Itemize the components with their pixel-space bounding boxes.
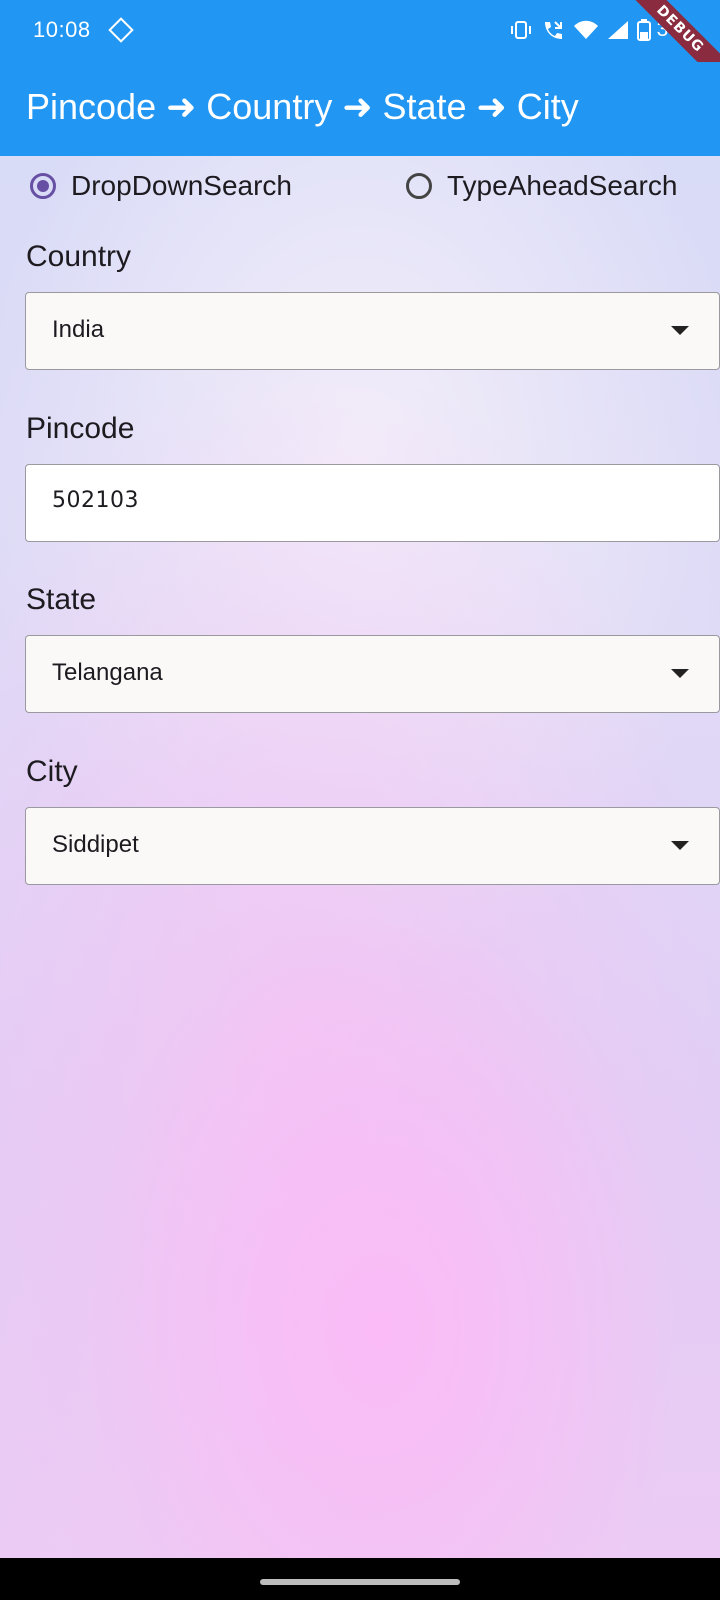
page-title: Pincode ➜ Country ➜ State ➜ City [26, 86, 579, 127]
vibrate-icon [510, 21, 531, 39]
state-dropdown[interactable]: Telangana [25, 635, 720, 713]
radio-checked-icon[interactable] [30, 173, 56, 199]
pincode-field[interactable] [25, 464, 720, 542]
status-time: 10:08 [33, 17, 91, 42]
status-bar: 10:08 38 DEBUG [0, 0, 720, 94]
pincode-input[interactable] [52, 488, 652, 513]
home-gesture-handle[interactable] [260, 1579, 460, 1585]
country-dropdown[interactable]: India [25, 292, 720, 370]
state-value: Telangana [52, 659, 163, 686]
notification-icon [108, 17, 134, 43]
navigation-bar [0, 1558, 720, 1600]
radio-dropdown-search[interactable]: DropDownSearch [30, 170, 292, 202]
country-label: Country [26, 240, 132, 273]
signal-icon [607, 21, 628, 39]
state-label: State [26, 583, 97, 616]
city-label: City [26, 755, 78, 788]
caret-down-icon[interactable] [671, 326, 689, 335]
call-icon [544, 21, 562, 39]
wifi-icon [573, 20, 598, 39]
caret-down-icon[interactable] [671, 841, 689, 850]
battery-icon [636, 19, 651, 41]
country-value: India [52, 316, 105, 343]
radio-typeahead-search[interactable]: TypeAheadSearch [406, 170, 677, 202]
radio-label-dropdown-search: DropDownSearch [71, 170, 292, 201]
app-screen: 10:08 38 DEBUG [0, 0, 720, 1600]
city-value: Siddipet [52, 831, 139, 858]
app-bar: Pincode ➜ Country ➜ State ➜ City [0, 62, 720, 156]
radio-unchecked-icon[interactable] [406, 173, 432, 199]
status-icons: 38 [509, 18, 680, 42]
radio-label-typeahead-search: TypeAheadSearch [447, 170, 678, 201]
city-dropdown[interactable]: Siddipet [25, 807, 720, 885]
pincode-label: Pincode [26, 412, 135, 445]
caret-down-icon[interactable] [671, 669, 689, 678]
